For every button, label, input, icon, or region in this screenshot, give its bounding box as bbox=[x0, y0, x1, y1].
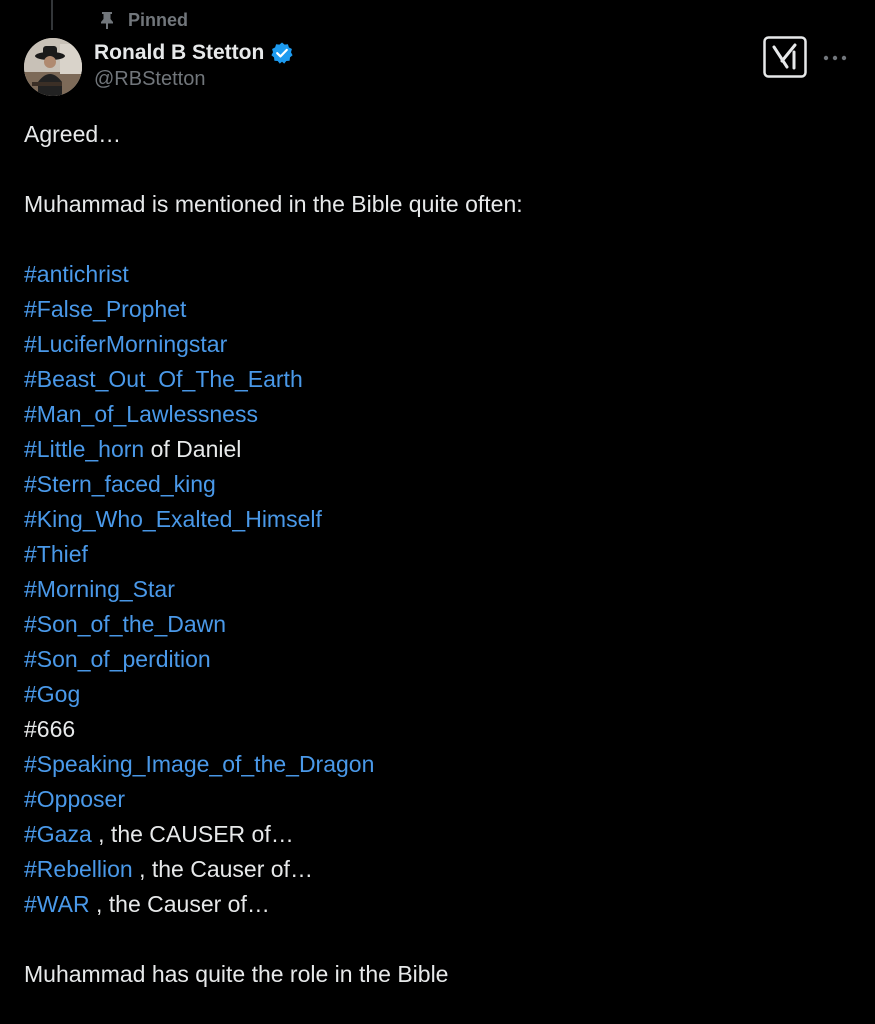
hashtag-line: #Man_of_Lawlessness bbox=[24, 397, 844, 432]
more-icon bbox=[823, 49, 847, 67]
hashtag-line: #Morning_Star bbox=[24, 572, 844, 607]
grok-button[interactable] bbox=[763, 35, 807, 83]
hashtag-link[interactable]: #Opposer bbox=[24, 786, 125, 812]
hashtag-link[interactable]: #Gog bbox=[24, 681, 80, 707]
hashtag-link[interactable]: #Speaking_Image_of_the_Dragon bbox=[24, 751, 374, 777]
tweet-intro: Agreed… bbox=[24, 121, 122, 147]
tweet-closing: Muhammad has quite the role in the Bible bbox=[24, 961, 449, 987]
hashtag-line: #Thief bbox=[24, 537, 844, 572]
hashtag-link[interactable]: #Man_of_Lawlessness bbox=[24, 401, 258, 427]
hashtag-suffix: , the Causer of… bbox=[89, 891, 270, 917]
hashtag-line: #False_Prophet bbox=[24, 292, 844, 327]
hashtag-link[interactable]: #Beast_Out_Of_The_Earth bbox=[24, 366, 303, 392]
hashtag-link[interactable]: #Son_of_the_Dawn bbox=[24, 611, 226, 637]
hashtag-line: #Gog bbox=[24, 677, 844, 712]
hashtag-suffix: , the CAUSER of… bbox=[91, 821, 294, 847]
hashtag-link[interactable]: #Son_of_perdition bbox=[24, 646, 211, 672]
hashtag-line: #antichrist bbox=[24, 257, 844, 292]
hashtag-link[interactable]: #Little_horn bbox=[24, 436, 144, 462]
hashtag-line: #Stern_faced_king bbox=[24, 467, 844, 502]
hashtag-suffix: of Daniel bbox=[144, 436, 242, 462]
verified-badge-icon[interactable] bbox=[270, 41, 294, 65]
author-info: Ronald B Stetton @RBStetton bbox=[94, 38, 294, 91]
pinned-label: Pinned bbox=[128, 9, 189, 30]
hashtag-line: #Beast_Out_Of_The_Earth bbox=[24, 362, 844, 397]
hashtag-line: #LuciferMorningstar bbox=[24, 327, 844, 362]
hashtag-link[interactable]: #Morning_Star bbox=[24, 576, 175, 602]
hashtag-line: #Rebellion , the Causer of… bbox=[24, 852, 844, 887]
hashtag-link[interactable]: #antichrist bbox=[24, 261, 129, 287]
avatar[interactable] bbox=[24, 38, 82, 96]
hashtag-line: #WAR , the Causer of… bbox=[24, 887, 844, 922]
hashtag-link[interactable]: #King_Who_Exalted_Himself bbox=[24, 506, 322, 532]
pinned-indicator: Pinned bbox=[96, 8, 188, 32]
hashtag-line: #Son_of_perdition bbox=[24, 642, 844, 677]
hashtag-suffix: , the Causer of… bbox=[132, 856, 313, 882]
plain-tag-line: #666 bbox=[24, 716, 76, 742]
hashtag-link[interactable]: #Stern_faced_king bbox=[24, 471, 216, 497]
hashtag-link[interactable]: #LuciferMorningstar bbox=[24, 331, 227, 357]
tweet-text: Agreed… Muhammad is mentioned in the Bib… bbox=[24, 117, 844, 992]
hashtag-line: #Speaking_Image_of_the_Dragon bbox=[24, 747, 844, 782]
hashtag-line: #Opposer bbox=[24, 782, 844, 817]
author-display-name[interactable]: Ronald B Stetton bbox=[94, 41, 264, 65]
grok-icon bbox=[763, 35, 807, 83]
hashtag-line: #Gaza , the CAUSER of… bbox=[24, 817, 844, 852]
hashtag-link[interactable]: #Thief bbox=[24, 541, 88, 567]
hashtag-link[interactable]: #Gaza bbox=[24, 821, 92, 847]
hashtag-line: #Little_horn of Daniel bbox=[24, 432, 844, 467]
hashtag-link[interactable]: #WAR bbox=[24, 891, 90, 917]
more-options-button[interactable] bbox=[821, 46, 849, 70]
thread-connector-line bbox=[51, 0, 53, 30]
tweet-lead: Muhammad is mentioned in the Bible quite… bbox=[24, 191, 523, 217]
hashtag-link[interactable]: #False_Prophet bbox=[24, 296, 186, 322]
pin-icon bbox=[96, 9, 118, 31]
hashtag-link[interactable]: #Rebellion bbox=[24, 856, 133, 882]
hashtag-line: #Son_of_the_Dawn bbox=[24, 607, 844, 642]
author-handle[interactable]: @RBStetton bbox=[94, 68, 294, 91]
hashtag-line: #King_Who_Exalted_Himself bbox=[24, 502, 844, 537]
